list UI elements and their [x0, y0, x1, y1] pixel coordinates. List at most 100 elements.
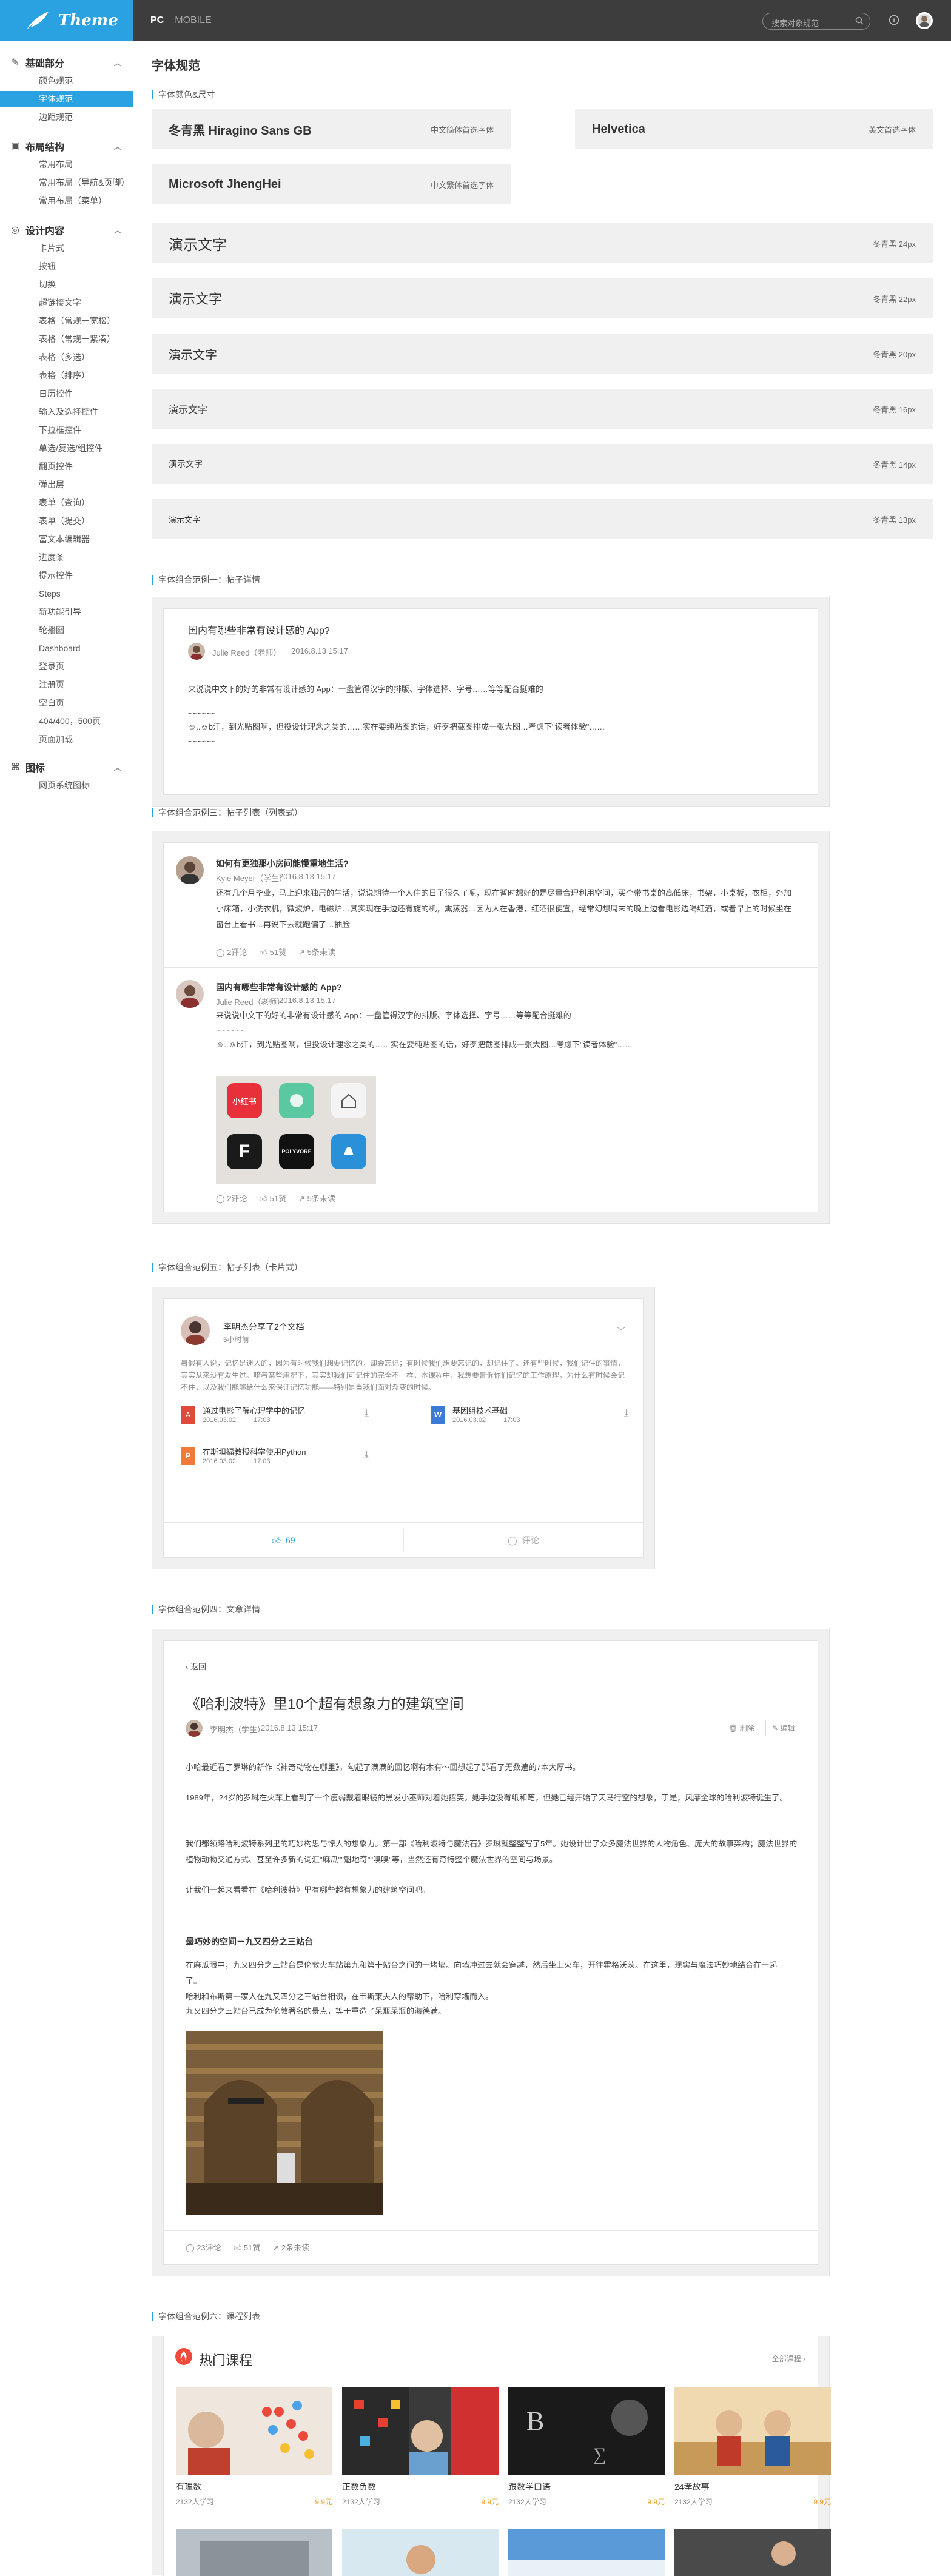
author-name[interactable]: 李明杰（学生）	[210, 1723, 265, 1735]
sidebar-item-design[interactable]: 表单（查询）	[0, 495, 133, 511]
course-item[interactable]	[176, 2529, 332, 2576]
back-link[interactable]: ‹ 返回	[186, 1660, 206, 1672]
comment-action[interactable]: ◯ 23评论	[186, 2241, 221, 2253]
sidebar-group-design[interactable]: ◎ 设计内容 ︿	[0, 222, 133, 238]
share-action[interactable]: ↗ 5条未读	[298, 946, 335, 958]
search-icon[interactable]	[855, 16, 864, 27]
example-panel: 热门课程 全部课程 › 有理数 2132人学习 9.9元 正数负数 2132人学习…	[152, 2336, 831, 2576]
search-input[interactable]: 搜索对象规范	[762, 13, 870, 30]
course-item[interactable]: 正数负数 2132人学习 9.9元	[342, 2387, 499, 2515]
sidebar-item-design[interactable]: 超链接文字	[0, 295, 133, 310]
sidebar-item-design[interactable]: 登录页	[0, 659, 133, 674]
sidebar-group-basic[interactable]: ✎ 基础部分 ︿	[0, 55, 133, 70]
sidebar-item-design[interactable]: 弹出层	[0, 477, 133, 492]
sidebar-item-margin[interactable]: 边距规范	[0, 109, 133, 125]
article-date: 2016.8.13 15:17	[261, 1723, 318, 1732]
author-avatar[interactable]	[176, 856, 204, 884]
sidebar-item-design[interactable]: 按钮	[0, 258, 133, 274]
post-title[interactable]: 如何有更独那小房间能慢重地生活?	[216, 857, 349, 870]
download-icon[interactable]: ⤓	[365, 1408, 369, 1419]
download-icon[interactable]: ⤓	[365, 1449, 369, 1460]
like-button[interactable]: 👍︎ 69	[164, 1523, 403, 1558]
sidebar-item-design[interactable]: 下拉框控件	[0, 422, 133, 438]
user-avatar[interactable]	[916, 12, 933, 29]
like-action[interactable]: 👍︎ 51赞	[259, 1192, 286, 1204]
size-box-20: 演示文字 冬青黑 20px	[152, 334, 933, 374]
flame-icon	[175, 2347, 193, 2366]
sidebar-item-layout-nav[interactable]: 常用布局（导航&页脚）	[0, 175, 133, 190]
course-item[interactable]: 有理数 2132人学习 9.9元	[176, 2387, 332, 2515]
sidebar-item-design[interactable]: 表单（提交）	[0, 513, 133, 529]
author-avatar[interactable]	[181, 1316, 210, 1345]
author-avatar[interactable]	[188, 643, 205, 660]
sidebar-item-design[interactable]: 富文本编辑器	[0, 531, 133, 547]
sidebar-item-design[interactable]: 404/400，500页	[0, 713, 133, 729]
tab-pc[interactable]: PC	[150, 15, 164, 26]
sidebar-item-design[interactable]: 表格（排序）	[0, 367, 133, 383]
download-icon[interactable]: ⤓	[624, 1408, 628, 1419]
sidebar-item-web-icons[interactable]: 网页系统图标	[0, 777, 133, 793]
thumbs-up-icon: 👍︎	[259, 948, 268, 957]
sidebar-group-layout[interactable]: ▣ 布局结构 ︿	[0, 138, 133, 154]
sidebar-item-design[interactable]: 页面加载	[0, 731, 133, 747]
sidebar-item-layout-common[interactable]: 常用布局	[0, 156, 133, 172]
sidebar-item-design[interactable]: 表格（多选）	[0, 349, 133, 365]
edit-button[interactable]: ✎ 编辑	[765, 1720, 802, 1736]
chevron-down-icon[interactable]: ﹀	[616, 1323, 626, 1338]
sidebar-item-design[interactable]: 单选/复选/组控件	[0, 440, 133, 456]
sidebar-item-design[interactable]: Steps	[0, 586, 133, 602]
sidebar-item-design[interactable]: 日历控件	[0, 386, 133, 401]
author-name[interactable]: Julie Reed（老师）	[212, 646, 281, 658]
size-desc: 冬青黑 20px	[873, 349, 916, 359]
share-action[interactable]: ↗ 2条未读	[272, 2241, 309, 2253]
comment-button[interactable]: ◯ 评论	[404, 1523, 643, 1558]
sidebar-item-design[interactable]: 翻页控件	[0, 458, 133, 474]
course-item[interactable]	[508, 2529, 665, 2576]
like-action[interactable]: 👍︎ 51赞	[234, 2241, 261, 2253]
app-screenshot[interactable]: 小红书 F POLYVORE	[216, 1076, 376, 1184]
sidebar-item-design[interactable]: Dashboard	[0, 640, 133, 656]
info-icon[interactable]	[889, 15, 899, 29]
tab-mobile[interactable]: MOBILE	[175, 15, 211, 26]
all-courses-link[interactable]: 全部课程 ›	[772, 2353, 805, 2364]
sidebar-item-layout-menu[interactable]: 常用布局（菜单）	[0, 193, 133, 209]
share-action[interactable]: ↗ 5条未读	[298, 1192, 335, 1204]
author-name[interactable]: Julie Reed（老师）	[216, 996, 284, 1007]
sidebar-item-design[interactable]: 表格（常规－紧凑）	[0, 331, 133, 347]
delete-label: 删除	[739, 1724, 754, 1732]
sidebar-item-color[interactable]: 颜色规范	[0, 73, 133, 89]
course-item[interactable]	[674, 2529, 831, 2576]
sidebar-item-design[interactable]: 表格（常规－宽松）	[0, 313, 133, 329]
sidebar-item-design[interactable]: 卡片式	[0, 240, 133, 256]
edit-label: 编辑	[780, 1724, 795, 1732]
author-name[interactable]: Kyle Meyer（学生）	[216, 872, 287, 884]
file-item[interactable]: P 在斯坦福教授科学使用Python 2016.03.02 17:03 ⤓	[181, 1444, 369, 1469]
article-image[interactable]	[186, 2031, 383, 2215]
sidebar-group-icons[interactable]: ⌘ 图标 ︿	[0, 759, 133, 775]
post-divider-text: ~~~~~~	[216, 1025, 244, 1035]
sidebar-item-design[interactable]: 提示控件	[0, 568, 133, 583]
course-price: 9.9元	[315, 2498, 332, 2506]
delete-button[interactable]: 🗑︎ 删除	[722, 1720, 761, 1736]
author-avatar[interactable]	[186, 1720, 203, 1737]
sidebar-item-design[interactable]: 轮播图	[0, 622, 133, 638]
logo[interactable]: Theme	[0, 0, 133, 41]
file-item[interactable]: W 基因组技术基础 2016.03.02 17:03 ⤓	[431, 1403, 628, 1427]
sidebar-item-design[interactable]: 注册页	[0, 677, 133, 693]
course-item[interactable]: 24孝故事 2132人学习 9.9元	[674, 2387, 831, 2515]
course-item[interactable]: B ∑ 跟数学口语 2132人学习 9.9元	[508, 2387, 665, 2515]
author-avatar[interactable]	[176, 980, 204, 1008]
course-item[interactable]	[342, 2529, 499, 2576]
sidebar-item-design[interactable]: 输入及选择控件	[0, 404, 133, 420]
comment-action[interactable]: ◯ 2评论	[216, 946, 247, 958]
sidebar-item-design[interactable]: 空白页	[0, 695, 133, 711]
size-box-13: 演示文字 冬青黑 13px	[152, 499, 933, 539]
sidebar-item-design[interactable]: 新功能引导	[0, 604, 133, 620]
like-action[interactable]: 👍︎ 51赞	[259, 946, 286, 958]
post-title[interactable]: 国内有哪些非常有设计感的 App?	[216, 981, 342, 993]
file-item[interactable]: A 通过电影了解心理学中的记忆 2016.03.02 17:03 ⤓	[181, 1403, 369, 1427]
sidebar-item-design[interactable]: 进度条	[0, 549, 133, 565]
sidebar-item-design[interactable]: 切换	[0, 277, 133, 292]
comment-action[interactable]: ◯ 2评论	[216, 1192, 247, 1204]
sidebar-item-font[interactable]: 字体规范	[0, 91, 133, 107]
